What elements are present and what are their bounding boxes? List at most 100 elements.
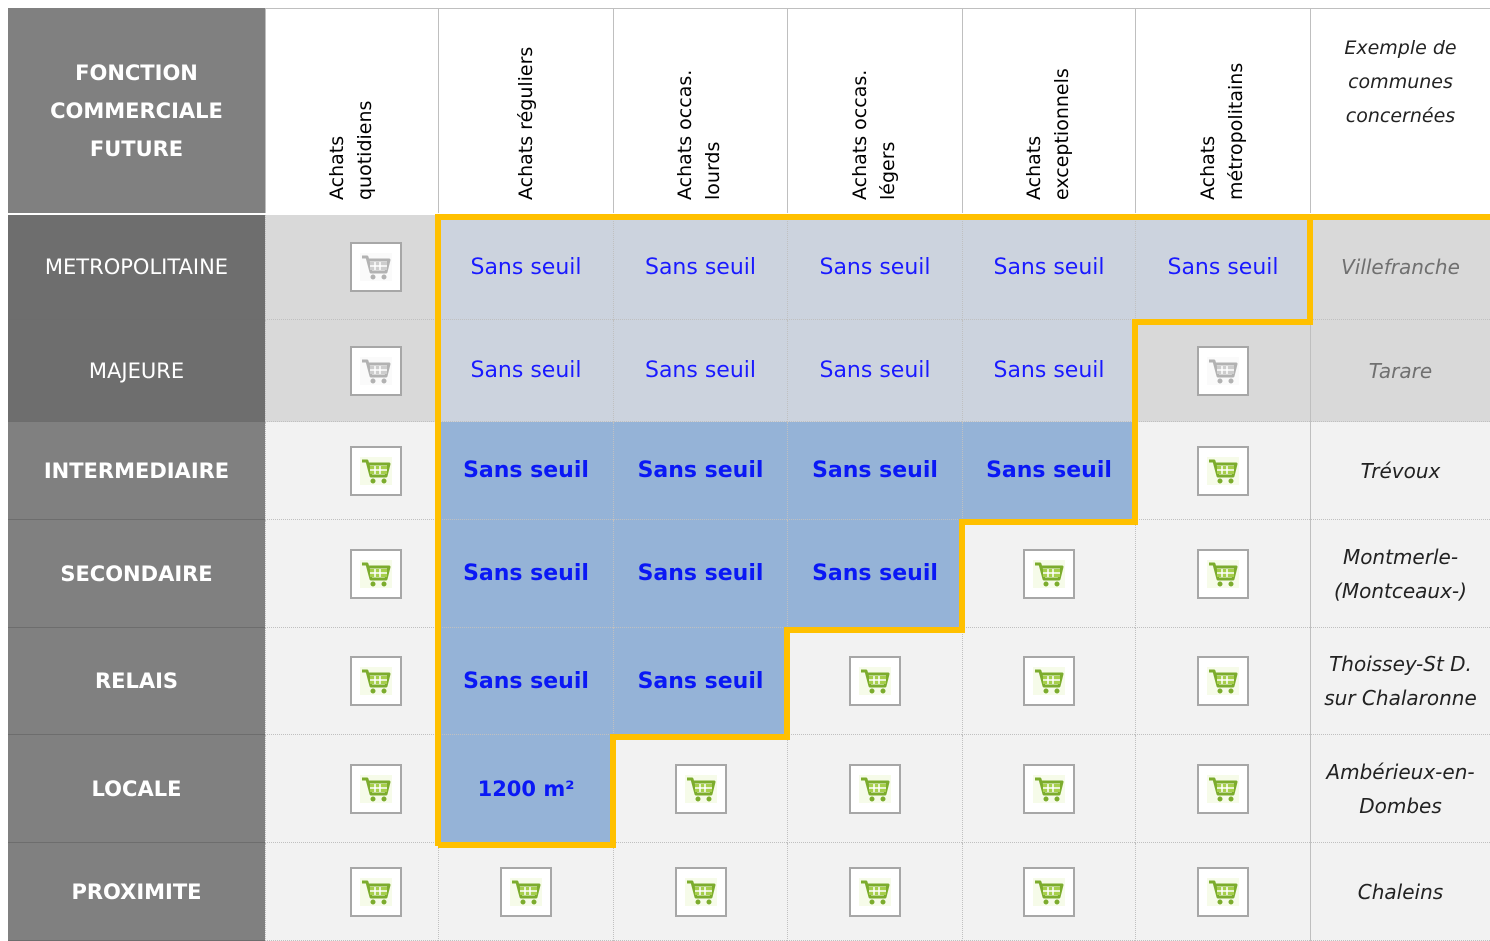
column-header-reguliers: Achats réguliers [438, 8, 613, 213]
threshold-cell: Sans seuil [613, 422, 787, 520]
row-label-secondaire: SECONDAIRE [8, 520, 265, 628]
cart-cell [1135, 320, 1310, 422]
threshold-cell: Sans seuil [613, 320, 787, 422]
threshold-cell: Sans seuil [438, 520, 613, 628]
column-header-label: Achats réguliers [514, 46, 537, 200]
shopping-cart-icon [849, 763, 901, 814]
threshold-value: Sans seuil [637, 458, 764, 483]
shopping-cart-icon [849, 656, 901, 706]
shopping-cart-icon [674, 866, 727, 917]
threshold-cell: Sans seuil [787, 215, 962, 320]
shopping-cart-icon [350, 345, 402, 396]
column-header-label: Achats occas. légers [848, 69, 899, 200]
shopping-cart-icon [350, 445, 402, 496]
cart-cell [265, 628, 438, 735]
threshold-value: Sans seuil [993, 358, 1105, 383]
shopping-cart-icon [1197, 656, 1249, 706]
column-header-lourds: Achats occas. lourds [613, 8, 787, 213]
threshold-value: Sans seuil [986, 458, 1112, 483]
threshold-cell: Sans seuil [613, 215, 787, 320]
shopping-cart-icon [1197, 445, 1249, 496]
threshold-cell: Sans seuil [613, 628, 787, 735]
cart-cell [613, 843, 787, 941]
example-commune: Montmerle- (Montceaux-) [1310, 520, 1490, 628]
column-header-examples: Exemple de communes concernées [1310, 8, 1490, 213]
row-label-intermediaire: INTERMEDIAIRE [8, 422, 265, 520]
threshold-cell: 1200 m² [438, 735, 613, 843]
column-header-label: Achats quotidiens [325, 100, 376, 200]
cart-cell [787, 843, 962, 941]
example-commune: Ambérieux-en- Dombes [1310, 735, 1490, 843]
cart-cell [438, 843, 613, 941]
row-label-text: MAJEURE [88, 358, 185, 383]
shopping-cart-icon [1023, 656, 1075, 706]
shopping-cart-icon [350, 866, 402, 917]
cart-cell [1135, 843, 1310, 941]
cart-cell [787, 628, 962, 735]
threshold-value: Sans seuil [819, 358, 931, 383]
cart-cell [1135, 628, 1310, 735]
threshold-value: Sans seuil [812, 458, 938, 483]
column-header-exceptionnels: Achats exceptionnels [962, 8, 1135, 213]
threshold-value: 1200 m² [477, 776, 575, 801]
threshold-value: Sans seuil [993, 254, 1105, 280]
function-header-label: FONCTION COMMERCIALE FUTURE [50, 60, 223, 161]
example-commune-text: Thoissey-St D. sur Chalaronne [1324, 652, 1477, 710]
example-commune-text: Villefranche [1341, 255, 1460, 279]
column-header-examples-label: Exemple de communes concernées [1344, 37, 1457, 127]
cart-cell [265, 215, 438, 320]
example-commune-text: Tarare [1368, 358, 1433, 383]
threshold-value: Sans seuil [644, 254, 756, 280]
shopping-cart-icon [350, 242, 402, 292]
cart-cell [962, 520, 1135, 628]
threshold-cell: Sans seuil [438, 215, 613, 320]
row-label-text: INTERMEDIAIRE [43, 458, 230, 483]
cart-cell [265, 520, 438, 628]
threshold-value: Sans seuil [637, 561, 764, 586]
example-commune-text: Trévoux [1360, 458, 1441, 483]
row-label-proximite: PROXIMITE [8, 843, 265, 941]
row-label-locale: LOCALE [8, 735, 265, 843]
shopping-cart-icon [1023, 548, 1075, 599]
example-commune: Tarare [1310, 320, 1490, 422]
threshold-value: Sans seuil [1167, 254, 1279, 280]
example-commune: Thoissey-St D. sur Chalaronne [1310, 628, 1490, 735]
function-header: FONCTION COMMERCIALE FUTURE [8, 8, 265, 213]
cart-cell [265, 843, 438, 941]
shopping-cart-icon [350, 656, 402, 706]
threshold-value: Sans seuil [470, 358, 582, 383]
cart-cell [1135, 520, 1310, 628]
threshold-cell: Sans seuil [962, 320, 1135, 422]
threshold-value: Sans seuil [463, 458, 589, 483]
threshold-cell: Sans seuil [962, 215, 1135, 320]
example-commune-text: Ambérieux-en- Dombes [1326, 759, 1475, 818]
threshold-cell: Sans seuil [962, 422, 1135, 520]
commercial-function-table: FONCTION COMMERCIALE FUTURE Achats quoti… [0, 0, 1490, 941]
threshold-value: Sans seuil [463, 561, 589, 586]
row-label-metropolitaine: METROPOLITAINE [8, 215, 265, 320]
shopping-cart-icon [1197, 866, 1249, 917]
row-label-text: METROPOLITAINE [44, 255, 229, 279]
threshold-cell: Sans seuil [613, 520, 787, 628]
cart-cell [1135, 422, 1310, 520]
column-header-legers: Achats occas. légers [787, 8, 962, 213]
threshold-cell: Sans seuil [787, 422, 962, 520]
column-header-label: Achats exceptionnels [1022, 68, 1073, 200]
cart-cell [962, 628, 1135, 735]
threshold-cell: Sans seuil [438, 628, 613, 735]
threshold-cell: Sans seuil [438, 320, 613, 422]
cart-cell [265, 320, 438, 422]
example-commune-text: Montmerle- (Montceaux-) [1334, 544, 1467, 603]
column-header-quotidiens: Achats quotidiens [265, 8, 438, 213]
cart-cell [962, 843, 1135, 941]
row-label-majeure: MAJEURE [8, 320, 265, 422]
shopping-cart-icon [1197, 345, 1249, 396]
threshold-cell: Sans seuil [1135, 215, 1310, 320]
shopping-cart-icon [1023, 763, 1075, 814]
cart-cell [962, 735, 1135, 843]
shopping-cart-icon [350, 548, 402, 599]
threshold-value: Sans seuil [644, 358, 756, 383]
threshold-value: Sans seuil [637, 668, 764, 694]
shopping-cart-icon [500, 866, 552, 917]
cart-cell [787, 735, 962, 843]
